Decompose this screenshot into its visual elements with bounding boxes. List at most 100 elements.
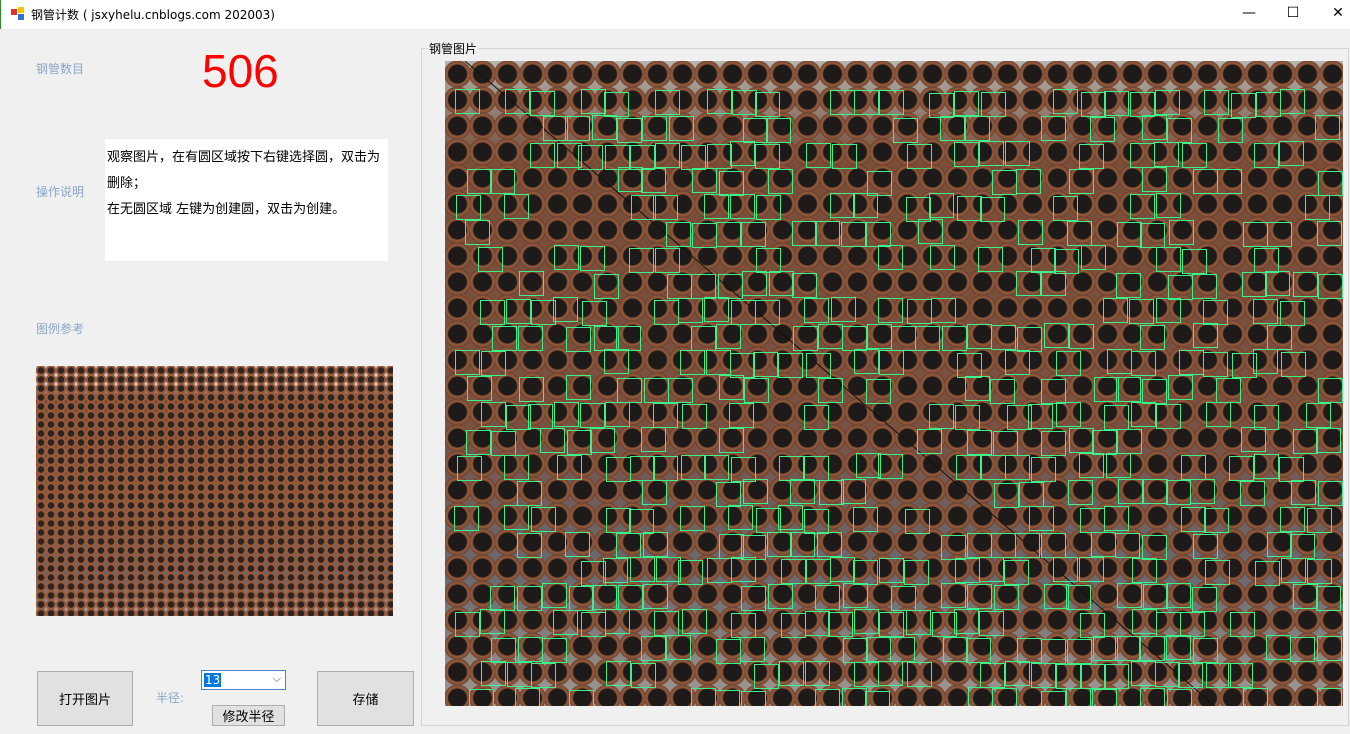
detected-circle-box[interactable] (518, 636, 544, 662)
save-button[interactable]: 存储 (317, 671, 414, 726)
detected-circle-box[interactable] (755, 91, 781, 117)
detected-circle-box[interactable] (703, 297, 729, 323)
detected-circle-box[interactable] (1317, 221, 1343, 247)
detected-circle-box[interactable] (1155, 193, 1181, 219)
detected-circle-box[interactable] (1117, 479, 1143, 505)
detected-circle-box[interactable] (1116, 273, 1142, 299)
detected-circle-box[interactable] (1203, 351, 1229, 377)
detected-circle-box[interactable] (1165, 479, 1191, 505)
detected-circle-box[interactable] (967, 533, 993, 559)
detected-circle-box[interactable] (905, 196, 931, 222)
detected-circle-box[interactable] (918, 219, 944, 245)
pipe-image-canvas[interactable] (445, 61, 1343, 706)
detected-circle-box[interactable] (1142, 167, 1168, 193)
detected-circle-box[interactable] (942, 636, 968, 662)
detected-circle-box[interactable] (568, 586, 594, 612)
detected-circle-box[interactable] (817, 531, 843, 557)
detected-circle-box[interactable] (553, 297, 579, 323)
detected-circle-box[interactable] (906, 143, 932, 169)
detected-circle-box[interactable] (691, 167, 717, 193)
detected-circle-box[interactable] (541, 583, 567, 609)
detected-circle-box[interactable] (740, 636, 766, 662)
detected-circle-box[interactable] (456, 194, 482, 220)
detected-circle-box[interactable] (867, 170, 893, 196)
detected-circle-box[interactable] (618, 167, 644, 193)
detected-circle-box[interactable] (653, 456, 679, 482)
detected-circle-box[interactable] (855, 453, 881, 479)
detected-circle-box[interactable] (891, 585, 917, 611)
detected-circle-box[interactable] (678, 297, 704, 323)
detected-circle-box[interactable] (681, 404, 707, 430)
detected-circle-box[interactable] (1005, 349, 1031, 375)
detected-circle-box[interactable] (1256, 91, 1282, 117)
detected-circle-box[interactable] (829, 89, 855, 115)
detected-circle-box[interactable] (679, 349, 705, 375)
detected-circle-box[interactable] (490, 585, 516, 611)
detected-circle-box[interactable] (965, 116, 991, 142)
detected-circle-box[interactable] (1043, 323, 1069, 349)
detected-circle-box[interactable] (1131, 609, 1157, 634)
detected-circle-box[interactable] (953, 141, 979, 167)
detected-circle-box[interactable] (828, 612, 854, 638)
detected-circle-box[interactable] (980, 196, 1006, 222)
detected-circle-box[interactable] (480, 609, 506, 635)
detected-circle-box[interactable] (865, 690, 891, 706)
detected-circle-box[interactable] (854, 609, 880, 635)
detected-circle-box[interactable] (1068, 169, 1094, 195)
detected-circle-box[interactable] (593, 274, 619, 300)
detected-circle-box[interactable] (706, 143, 732, 169)
detected-circle-box[interactable] (718, 375, 744, 401)
detected-circle-box[interactable] (516, 532, 542, 558)
detected-circle-box[interactable] (629, 455, 655, 481)
detected-circle-box[interactable] (603, 91, 629, 117)
detected-circle-box[interactable] (504, 455, 530, 481)
detected-circle-box[interactable] (878, 245, 904, 271)
detected-circle-box[interactable] (715, 689, 741, 706)
detected-circle-box[interactable] (616, 378, 642, 404)
detected-circle-box[interactable] (466, 169, 492, 195)
detected-circle-box[interactable] (454, 349, 480, 375)
detected-circle-box[interactable] (1040, 430, 1066, 456)
detected-circle-box[interactable] (778, 505, 804, 531)
chevron-down-icon[interactable]: ⌵ (273, 672, 281, 686)
detected-circle-box[interactable] (605, 609, 631, 635)
detected-circle-box[interactable] (1279, 456, 1305, 482)
detected-circle-box[interactable] (728, 403, 754, 429)
detected-circle-box[interactable] (580, 612, 606, 638)
detected-circle-box[interactable] (990, 378, 1016, 404)
detected-circle-box[interactable] (706, 89, 732, 115)
detected-circle-box[interactable] (841, 687, 867, 706)
detected-circle-box[interactable] (716, 481, 742, 507)
detected-circle-box[interactable] (490, 637, 516, 663)
detected-circle-box[interactable] (756, 247, 782, 273)
detected-circle-box[interactable] (806, 558, 832, 584)
detected-circle-box[interactable] (1317, 480, 1343, 506)
detected-circle-box[interactable] (865, 221, 891, 247)
detected-circle-box[interactable] (1267, 531, 1293, 557)
detected-circle-box[interactable] (454, 506, 480, 532)
detected-circle-box[interactable] (1117, 583, 1143, 609)
detected-circle-box[interactable] (1181, 248, 1207, 274)
detected-circle-box[interactable] (768, 168, 794, 194)
detected-circle-box[interactable] (691, 326, 717, 352)
detected-circle-box[interactable] (1104, 663, 1130, 689)
detected-circle-box[interactable] (604, 144, 630, 170)
detected-circle-box[interactable] (992, 170, 1018, 196)
detected-circle-box[interactable] (766, 532, 792, 558)
detected-circle-box[interactable] (1153, 142, 1179, 168)
detected-circle-box[interactable] (1143, 479, 1169, 504)
detected-circle-box[interactable] (604, 402, 630, 428)
detected-circle-box[interactable] (779, 455, 805, 481)
detected-circle-box[interactable] (1029, 506, 1055, 532)
detected-circle-box[interactable] (731, 89, 757, 115)
detected-circle-box[interactable] (1131, 351, 1157, 377)
detected-circle-box[interactable] (878, 350, 904, 376)
detected-circle-box[interactable] (1318, 377, 1343, 403)
detected-circle-box[interactable] (1016, 271, 1042, 297)
detected-circle-box[interactable] (865, 378, 891, 404)
detected-circle-box[interactable] (1067, 638, 1093, 664)
detected-circle-box[interactable] (1203, 300, 1229, 326)
detected-circle-box[interactable] (1317, 274, 1343, 300)
detected-circle-box[interactable] (615, 326, 641, 352)
detected-circle-box[interactable] (1281, 557, 1307, 583)
